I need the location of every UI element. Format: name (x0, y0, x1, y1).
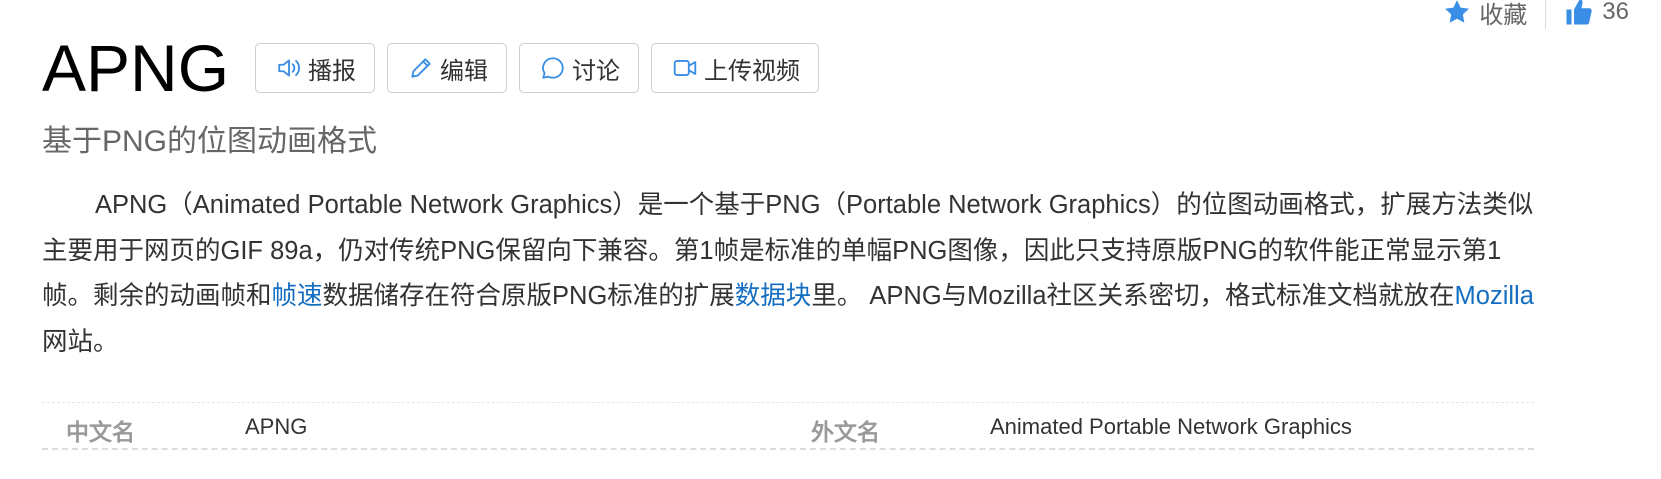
summary-text-3: 里。 APNG与Mozilla社区关系密切，格式标准文档就放在 (811, 282, 1455, 310)
like-button[interactable]: 36 (1564, 0, 1629, 27)
summary-paragraph: APNG（Animated Portable Network Graphics）… (42, 183, 1542, 365)
speaker-icon (276, 55, 302, 81)
upload-video-label: 上传视频 (704, 57, 801, 85)
upload-video-button[interactable]: 上传视频 (651, 43, 820, 93)
discuss-label: 讨论 (572, 57, 621, 85)
basic-info-table: 中文名 APNG 外文名 Animated Portable Network G… (42, 402, 1534, 450)
like-count: 36 (1602, 0, 1629, 25)
page-title: APNG (42, 31, 230, 105)
data-chunk-link[interactable]: 数据块 (735, 282, 812, 310)
page-subtitle: 基于PNG的位图动画格式 (42, 125, 378, 158)
collect-button[interactable]: 收藏 (1443, 0, 1527, 30)
info-value-chinese-name: APNG (245, 414, 308, 439)
edit-label: 编辑 (440, 57, 489, 85)
divider (1545, 0, 1547, 29)
summary-text-4: 网站。 (42, 327, 119, 356)
info-key-chinese-name: 中文名 (66, 419, 135, 445)
chat-bubble-icon (540, 55, 566, 81)
mozilla-link[interactable]: Mozilla (1455, 282, 1534, 310)
broadcast-button[interactable]: 播报 (255, 43, 376, 93)
summary-text-2: 数据储存在符合原版PNG标准的扩展 (322, 282, 735, 310)
broadcast-label: 播报 (308, 57, 357, 85)
thumbs-up-icon (1564, 0, 1594, 27)
info-value-foreign-name: Animated Portable Network Graphics (990, 414, 1352, 439)
edit-button[interactable]: 编辑 (387, 43, 508, 93)
title-row: APNG 播报 编辑 讨论 上传视频 (42, 31, 820, 105)
collect-label: 收藏 (1479, 1, 1528, 29)
top-actions: 收藏 36 (1443, 0, 1629, 30)
info-key-foreign-name: 外文名 (811, 419, 880, 445)
star-icon (1443, 0, 1471, 26)
discuss-button[interactable]: 讨论 (519, 43, 640, 93)
title-toolbar: 播报 编辑 讨论 上传视频 (255, 43, 820, 93)
video-camera-icon (672, 55, 698, 81)
pencil-icon (408, 55, 434, 81)
frame-rate-link[interactable]: 帧速 (272, 282, 323, 310)
